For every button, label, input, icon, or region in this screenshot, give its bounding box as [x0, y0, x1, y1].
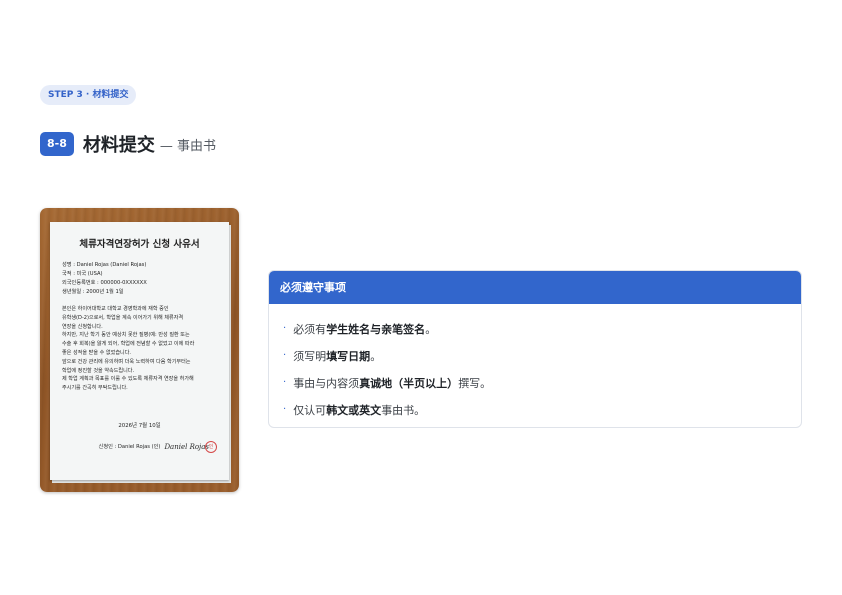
item-text: 必须有 — [293, 322, 327, 336]
body-line: 주시기를 간곡히 부탁드립니다. — [62, 385, 128, 392]
bullet-icon: · — [283, 404, 287, 415]
item-emphasis: 韩文或英文 — [326, 403, 382, 417]
list-item: · 必须有 学生姓名与亲笔签名 。 — [283, 315, 801, 342]
section-title-row: 8-8 材料提交 — 事由书 — [40, 131, 216, 157]
requirements-card: 必须遵守事项 · 必须有 学生姓名与亲笔签名 。 · 须写明 填写日期 。 · … — [268, 270, 802, 428]
document-body: 본인은 하이어대학교 대학교 경영학과에 재학 중인 유학생(D-2)으로서, … — [62, 305, 217, 393]
item-emphasis: 填写日期 — [326, 349, 371, 363]
body-line: 본인은 하이어대학교 대학교 경영학과에 재학 중인 — [62, 306, 169, 312]
body-line: 학업에 정진할 것을 약속드립니다. — [62, 367, 135, 374]
handwritten-signature: Daniel Rojas — [164, 442, 209, 451]
body-line: 하지만, 지난 학기 동안 예상치 못한 질병(예: 만성 질환 또는 — [62, 332, 190, 339]
item-text: 须写明 — [293, 349, 327, 363]
bullet-icon: · — [283, 323, 287, 334]
list-item: · 事由与内容须 真诚地（半页以上） 撰写。 — [283, 369, 801, 396]
item-text: 仅认可 — [293, 403, 327, 417]
body-line: 좋은 성적을 받을 수 없었습니다. — [62, 349, 132, 356]
item-text: 事由与内容须 — [293, 376, 360, 390]
info-line: 외국인등록번호 : 000000-0XXXXXX — [62, 280, 147, 286]
body-line: 유학생(D-2)으로서, 학업을 계속 이어가기 위해 체류자격 — [62, 314, 184, 321]
document-info: 성명 : Daniel Rojas (Daniel Rojas) 국적 : 미국… — [62, 261, 217, 297]
item-emphasis: 学生姓名与亲笔签名 — [326, 322, 426, 336]
body-line: 연장을 신청합니다. — [62, 323, 103, 330]
bullet-icon: · — [283, 350, 287, 361]
document-title: 체류자격연장허가 신청 사유서 — [79, 239, 200, 250]
body-line: 제 학업 계획과 목표를 이룰 수 있도록 체류자격 연장을 허가해 — [62, 376, 194, 383]
body-line: 수술 후 회복)을 앓게 되어, 학업에 전념할 수 없었고 이에 따라 — [62, 341, 195, 348]
document-date: 2026년 7월 10일 — [118, 422, 161, 429]
requirements-list: · 必须有 学生姓名与亲笔签名 。 · 须写明 填写日期 。 · 事由与内容须 … — [269, 304, 801, 423]
item-text: 事由书。 — [381, 403, 426, 417]
seal-stamp-icon: 인 — [205, 440, 217, 453]
info-line: 국적 : 미국 (USA) — [62, 271, 103, 277]
item-text: 撰写。 — [458, 376, 492, 390]
step-badge: STEP 3 · 材料提交 — [40, 85, 137, 105]
item-emphasis: 真诚地（半页以上） — [359, 376, 459, 390]
document-signature-row: 신청인 : Daniel Rojas (인) Daniel Rojas 인 — [62, 440, 217, 453]
requirements-heading: 必须遵守事项 — [269, 271, 801, 304]
list-item: · 仅认可 韩文或英文 事由书。 — [283, 396, 801, 423]
page-title: 材料提交 — [82, 135, 155, 156]
bullet-icon: · — [283, 377, 287, 388]
sample-document-image: 체류자격연장허가 신청 사유서 성명 : Daniel Rojas (Danie… — [40, 208, 239, 492]
section-number-badge: 8-8 — [40, 132, 74, 156]
applicant-label: 신청인 : Daniel Rojas (인) — [98, 444, 161, 451]
info-line: 생년월일 : 2000년 1월 1일 — [62, 289, 124, 295]
list-item: · 须写明 填写日期 。 — [283, 342, 801, 369]
item-text: 。 — [425, 322, 437, 336]
page-subtitle: — 事由书 — [159, 138, 217, 154]
item-text: 。 — [370, 349, 382, 363]
info-line: 성명 : Daniel Rojas (Daniel Rojas) — [62, 262, 147, 268]
document-paper: 체류자격연장허가 신청 사유서 성명 : Daniel Rojas (Danie… — [50, 222, 229, 480]
body-line: 앞으로 건강 관리에 유의하며 더욱 노력하여 다음 학기부터는 — [62, 358, 191, 365]
